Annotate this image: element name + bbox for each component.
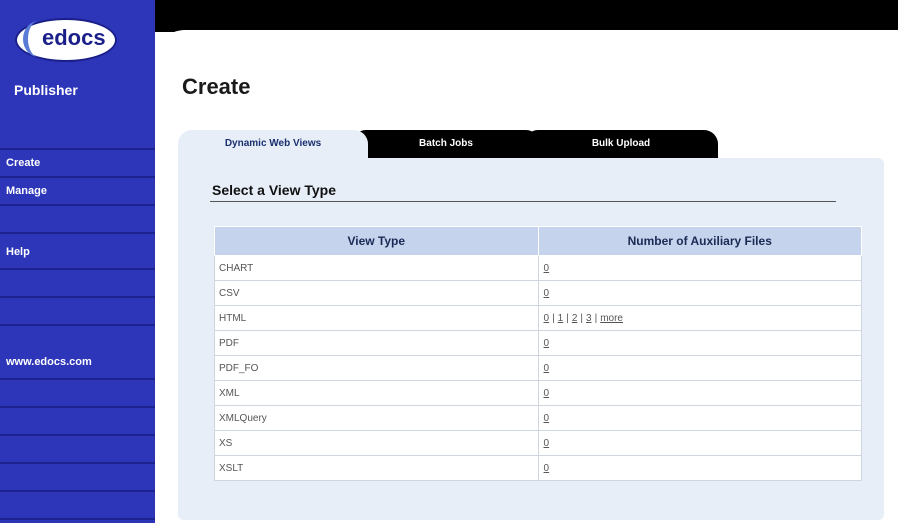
top-banner-curve <box>155 30 898 60</box>
table-row: XML 0 <box>214 380 862 406</box>
aux-file-count-link[interactable]: 0 <box>544 388 550 399</box>
sidebar-spacer <box>0 122 155 150</box>
table-row: CSV 0 <box>214 280 862 306</box>
table-row: PDF_FO 0 <box>214 355 862 381</box>
sidebar: edocs Publisher Create Manage Help www.e… <box>0 0 155 523</box>
aux-files-cell: 0 | 1 | 2 | 3 | more <box>537 305 862 331</box>
column-header-aux-files: Number of Auxiliary Files <box>537 226 862 256</box>
sidebar-spacer <box>0 206 155 234</box>
aux-files-cell: 0 <box>537 355 862 381</box>
table-header-row: View Type Number of Auxiliary Files <box>214 226 862 256</box>
aux-files-cell: 0 <box>537 330 862 356</box>
sidebar-spacer <box>0 436 155 464</box>
page-title: Create <box>182 74 251 99</box>
tab-dynamic-web-views[interactable]: Dynamic Web Views <box>178 130 368 158</box>
aux-files-cell: 0 <box>537 430 862 456</box>
sidebar-spacer <box>0 298 155 326</box>
aux-file-count-link[interactable]: 0 <box>544 338 550 349</box>
separator: | <box>566 312 569 324</box>
view-type-table: View Type Number of Auxiliary Files CHAR… <box>214 226 862 481</box>
aux-file-count-link[interactable]: 0 <box>544 413 550 424</box>
sidebar-spacer <box>0 464 155 492</box>
aux-file-count-link[interactable]: 1 <box>558 313 564 324</box>
aux-file-count-link[interactable]: 0 <box>544 313 550 324</box>
sidebar-spacer <box>0 380 155 408</box>
view-type-cell: XSLT <box>214 455 539 481</box>
aux-file-count-link[interactable]: 0 <box>544 363 550 374</box>
column-header-view-type: View Type <box>214 226 539 256</box>
separator: | <box>580 312 584 324</box>
aux-file-count-link[interactable]: more <box>600 313 623 324</box>
table-row: HTML 0 | 1 | 2 | 3 | more <box>214 305 862 331</box>
aux-files-cell: 0 <box>537 455 862 481</box>
aux-file-count-link[interactable]: 3 <box>586 313 592 324</box>
aux-file-count-link[interactable]: 2 <box>572 313 578 324</box>
sidebar-spacer <box>0 270 155 298</box>
sidebar-item-manage[interactable]: Manage <box>0 178 155 206</box>
aux-file-count-link[interactable]: 0 <box>544 438 550 449</box>
aux-files-cell: 0 <box>537 405 862 431</box>
tab-batch-jobs[interactable]: Batch Jobs <box>352 130 540 158</box>
view-type-cell: XS <box>214 430 539 456</box>
tab-bulk-upload[interactable]: Bulk Upload <box>524 130 718 158</box>
view-type-cell: PDF <box>214 330 539 356</box>
aux-files-cell: 0 <box>537 280 862 306</box>
table-body: CHART 0 CSV 0 HTML 0 | 1 | 2 | 3 | more PDF 0 PDF_FO 0 XML… <box>214 255 862 481</box>
view-type-panel: Select a View Type View Type Number of A… <box>178 158 884 520</box>
app-name: Publisher <box>14 82 78 98</box>
view-type-cell: XMLQuery <box>214 405 539 431</box>
view-type-cell: HTML <box>214 305 539 331</box>
aux-files-cell: 0 <box>537 255 862 281</box>
sidebar-item-website[interactable]: www.edocs.com <box>0 344 155 380</box>
view-type-cell: XML <box>214 380 539 406</box>
section-title: Select a View Type <box>212 182 336 198</box>
tab-bar: Dynamic Web Views Batch Jobs Bulk Upload <box>178 130 738 160</box>
table-row: XSLT 0 <box>214 455 862 481</box>
view-type-cell: CHART <box>214 255 539 281</box>
sidebar-spacer <box>0 408 155 436</box>
sidebar-item-create[interactable]: Create <box>0 150 155 178</box>
edocs-logo[interactable]: edocs <box>15 18 117 62</box>
logo-text: edocs <box>42 25 106 50</box>
table-row: CHART 0 <box>214 255 862 281</box>
separator: | <box>552 312 555 324</box>
table-row: PDF 0 <box>214 330 862 356</box>
table-row: XS 0 <box>214 430 862 456</box>
view-type-cell: CSV <box>214 280 539 306</box>
aux-file-count-link[interactable]: 0 <box>544 463 550 474</box>
sidebar-item-help[interactable]: Help <box>0 234 155 270</box>
top-banner <box>155 0 898 32</box>
aux-file-count-link[interactable]: 0 <box>544 263 550 274</box>
separator: | <box>594 312 598 324</box>
aux-file-count-link[interactable]: 0 <box>544 288 550 299</box>
aux-files-cell: 0 <box>537 380 862 406</box>
section-divider <box>210 201 836 202</box>
view-type-cell: PDF_FO <box>214 355 539 381</box>
table-row: XMLQuery 0 <box>214 405 862 431</box>
sidebar-spacer <box>0 492 155 520</box>
